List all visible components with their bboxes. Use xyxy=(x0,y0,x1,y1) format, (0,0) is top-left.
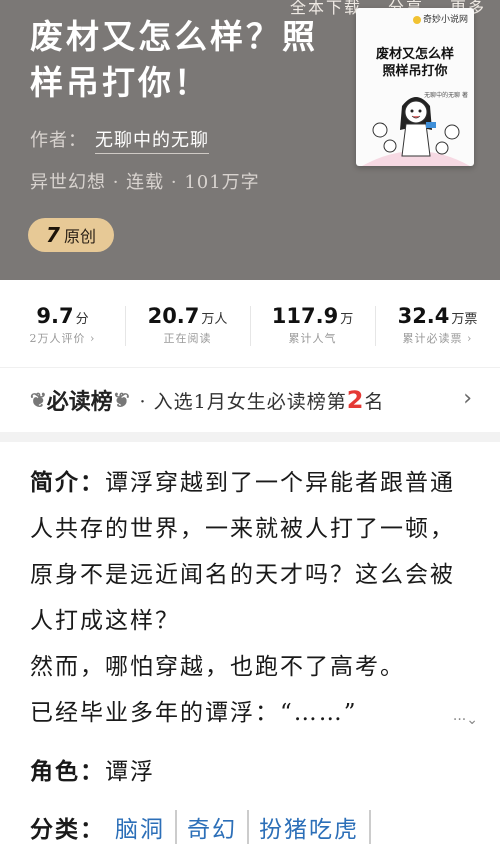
ranking-text: · 入选1月女生必读榜第2名 xyxy=(140,386,385,414)
category-tag[interactable]: 脑洞 xyxy=(105,810,177,844)
laurel-left-icon: ❦ xyxy=(30,388,47,412)
book-header: 全本下载 分享 更多 废材又怎么样？照样吊打你！ 作者：无聊中的无聊 异世幻想 … xyxy=(0,0,500,280)
book-cover[interactable]: 奇妙小说网 废材又怎么样 照样吊打你 无聊中的无聊 著 xyxy=(356,8,474,166)
role-value: 谭浮 xyxy=(105,759,155,785)
votes-value: 32.4 xyxy=(397,304,450,328)
author-label: 作者： xyxy=(30,130,87,151)
expand-chevron-icon[interactable]: ···⌄ xyxy=(453,712,478,728)
intro-paragraph-1: 简介：谭浮穿越到了一个异能者跟普通人共存的世界，一来就被人打了一顿，原身不是远近… xyxy=(30,460,478,644)
readers-value: 20.7 xyxy=(147,304,200,328)
popularity-value: 117.9 xyxy=(271,304,339,328)
category-row: 分类： 脑洞 奇幻 扮猪吃虎 xyxy=(30,810,371,844)
ranking-suffix: 名 xyxy=(364,391,385,413)
chevron-right-icon: › xyxy=(463,386,472,411)
cover-brand: 奇妙小说网 xyxy=(413,12,468,25)
laurel-right-icon: ❦ xyxy=(112,388,130,412)
category-label: 分类： xyxy=(30,817,105,843)
intro-paragraph-3: 已经毕业多年的谭浮：“……” xyxy=(30,700,358,726)
rating-label: 2万人评价 › xyxy=(29,332,96,345)
book-meta: 异世幻想 · 连载 · 101万字 xyxy=(30,172,260,193)
rating-unit: 分 xyxy=(75,312,89,327)
book-title: 废材又怎么样？照样吊打你！ xyxy=(30,17,318,102)
cover-title: 废材又怎么样 照样吊打你 xyxy=(356,46,474,80)
ranking-title-text: 必读榜 xyxy=(46,389,113,415)
votes-label: 累计必读票 › xyxy=(402,332,473,345)
rating-value: 9.7 xyxy=(36,304,74,328)
author-link[interactable]: 无聊中的无聊 xyxy=(95,130,209,154)
stat-votes[interactable]: 32.4 万票 累计必读票 › xyxy=(375,282,500,362)
author-row: 作者： 无聊中的无聊 xyxy=(30,126,209,154)
book-intro[interactable]: 简介：谭浮穿越到了一个异能者跟普通人共存的世界，一来就被人打了一顿，原身不是远近… xyxy=(30,460,478,736)
popularity-label: 累计人气 xyxy=(288,332,337,345)
stat-readers: 20.7 万人 正在阅读 xyxy=(125,282,250,362)
category-tag[interactable]: 扮猪吃虎 xyxy=(249,810,371,844)
readers-label: 正在阅读 xyxy=(163,332,212,345)
section-divider xyxy=(0,432,500,442)
original-badge: 7 原创 xyxy=(28,218,114,252)
ranking-number: 2 xyxy=(346,386,365,414)
role-label: 角色： xyxy=(30,759,105,785)
cover-title-line1: 废材又怎么样 xyxy=(375,47,454,62)
popularity-unit: 万 xyxy=(340,312,354,327)
stats-bar: 9.7 分 2万人评价 › 20.7 万人 正在阅读 117.9 万 累计人气 32.… xyxy=(0,282,500,362)
cover-illustration xyxy=(362,97,470,166)
intro-label: 简介： xyxy=(30,470,105,496)
stat-rating[interactable]: 9.7 分 2万人评价 › xyxy=(0,282,125,362)
votes-unit: 万票 xyxy=(451,312,478,327)
readers-unit: 万人 xyxy=(201,312,228,327)
ranking-title: ❦ 必读榜 ❦ xyxy=(30,384,130,416)
intro-paragraph-2: 然而，哪怕穿越，也跑不了高考。 xyxy=(30,654,405,680)
original-badge-icon: 7 xyxy=(46,223,60,247)
cover-title-line2: 照样吊打你 xyxy=(382,64,448,79)
ranking-banner[interactable]: ❦ 必读榜 ❦ · 入选1月女生必读榜第2名 › xyxy=(0,367,500,432)
role-row: 角色：谭浮 xyxy=(30,752,155,786)
stat-popularity: 117.9 万 累计人气 xyxy=(250,282,375,362)
category-tag[interactable]: 奇幻 xyxy=(177,810,249,844)
original-badge-label: 原创 xyxy=(63,227,96,246)
ranking-prefix: · 入选1月女生必读榜第 xyxy=(139,391,347,413)
